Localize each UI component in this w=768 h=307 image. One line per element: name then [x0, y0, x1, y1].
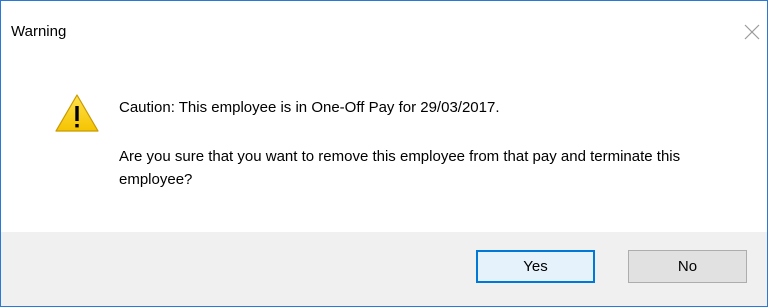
dialog-footer: Yes No: [1, 232, 767, 306]
warning-dialog: Warning Caution: This employee is in One…: [0, 0, 768, 307]
dialog-titlebar[interactable]: Warning: [1, 1, 767, 65]
no-button[interactable]: No: [628, 250, 747, 283]
message-question: Are you sure that you want to remove thi…: [119, 148, 681, 188]
close-icon[interactable]: [737, 17, 767, 47]
message-caution: Caution: This employee is in One-Off Pay…: [119, 99, 500, 116]
warning-triangle-icon: [54, 93, 100, 133]
dialog-title: Warning: [11, 23, 67, 40]
dialog-content: Caution: This employee is in One-Off Pay…: [1, 65, 767, 232]
yes-button[interactable]: Yes: [476, 250, 595, 283]
